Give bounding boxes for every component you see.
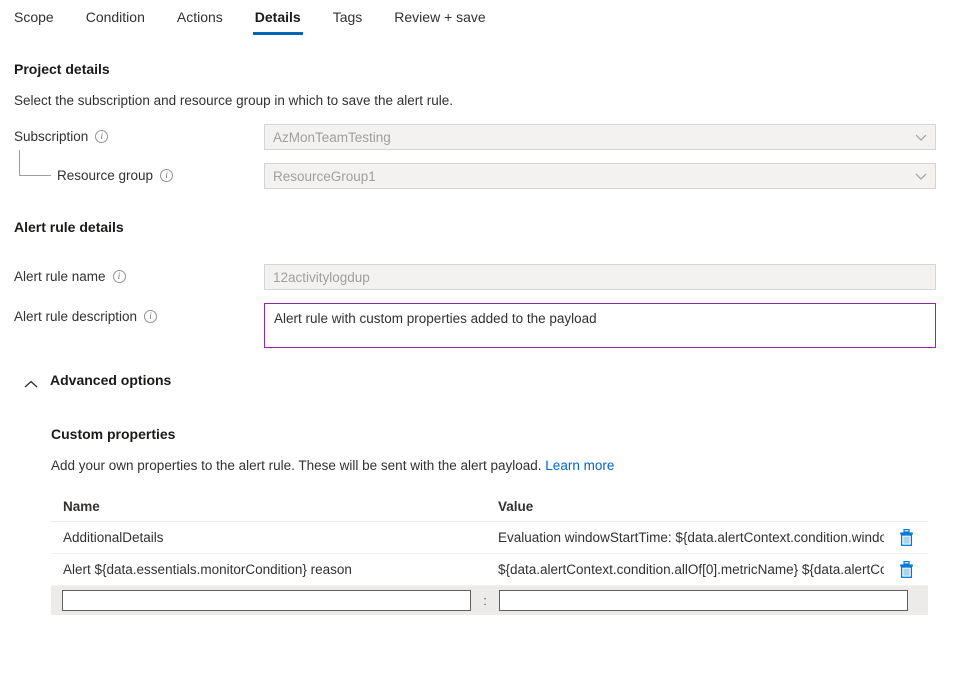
custom-properties-description-line: Add your own properties to the alert rul… [51, 458, 614, 473]
info-icon[interactable]: i [95, 130, 108, 143]
resource-group-tree-connector [19, 150, 51, 176]
new-property-row: : [51, 586, 928, 615]
table-header-row: Name Value [51, 492, 928, 522]
alert-rule-name-label: Alert rule name [14, 269, 106, 284]
info-icon[interactable]: i [113, 270, 126, 283]
new-property-value-input[interactable] [499, 590, 908, 611]
advanced-options-label: Advanced options [50, 372, 171, 388]
details-page: Scope Condition Actions Details Tags Rev… [0, 0, 968, 678]
subscription-label: Subscription [14, 129, 88, 144]
tab-label: Tags [333, 9, 363, 25]
project-details-description: Select the subscription and resource gro… [14, 93, 453, 108]
tab-review-save[interactable]: Review + save [392, 6, 487, 35]
alert-rule-name-input[interactable]: 12activitylogdup [264, 264, 936, 290]
tab-scope[interactable]: Scope [12, 6, 56, 35]
custom-properties-description: Add your own properties to the alert rul… [51, 458, 542, 473]
alert-rule-name-value: 12activitylogdup [273, 270, 927, 285]
tab-label: Actions [177, 9, 223, 25]
custom-properties-table: Name Value AdditionalDetails Evaluation … [51, 492, 928, 615]
tab-tags[interactable]: Tags [331, 6, 365, 35]
resource-group-label: Resource group [57, 168, 153, 183]
row-name: AdditionalDetails [51, 530, 486, 545]
alert-rule-description-label-group: Alert rule description i [14, 309, 157, 324]
alert-rule-description-label: Alert rule description [14, 309, 137, 324]
learn-more-link[interactable]: Learn more [545, 458, 614, 473]
new-property-separator: : [480, 593, 490, 608]
chevron-down-icon [915, 131, 927, 143]
delete-row-button[interactable] [884, 561, 928, 578]
chevron-up-icon [24, 376, 38, 385]
alert-rule-name-label-group: Alert rule name i [14, 269, 126, 284]
custom-properties-heading: Custom properties [51, 426, 175, 442]
resource-group-label-group: Resource group i [57, 168, 173, 183]
column-header-value: Value [486, 499, 884, 514]
tab-label: Details [255, 9, 301, 25]
table-row[interactable]: Alert ${data.essentials.monitorCondition… [51, 554, 928, 586]
row-name: Alert ${data.essentials.monitorCondition… [51, 562, 486, 577]
row-value: Evaluation windowStartTime: ${data.alert… [486, 530, 884, 545]
wizard-tab-bar: Scope Condition Actions Details Tags Rev… [0, 0, 968, 38]
tab-actions[interactable]: Actions [175, 6, 225, 35]
project-details-heading: Project details [14, 61, 110, 77]
subscription-value: AzMonTeamTesting [273, 130, 909, 145]
resource-group-dropdown[interactable]: ResourceGroup1 [264, 163, 936, 189]
advanced-options-toggle[interactable]: Advanced options [24, 372, 171, 388]
tab-label: Review + save [394, 9, 485, 25]
trash-icon [899, 561, 914, 578]
resource-group-value: ResourceGroup1 [273, 169, 909, 184]
info-icon[interactable]: i [144, 310, 157, 323]
info-icon[interactable]: i [160, 169, 173, 182]
tab-label: Scope [14, 9, 54, 25]
row-value: ${data.alertContext.condition.allOf[0].m… [486, 562, 884, 577]
subscription-dropdown[interactable]: AzMonTeamTesting [264, 124, 936, 150]
new-property-name-input[interactable] [62, 590, 471, 611]
alert-rule-description-textarea[interactable] [264, 303, 936, 348]
chevron-down-icon [915, 170, 927, 182]
table-row[interactable]: AdditionalDetails Evaluation windowStart… [51, 522, 928, 554]
trash-icon [899, 529, 914, 546]
tab-details[interactable]: Details [253, 6, 303, 35]
column-header-name: Name [51, 499, 486, 514]
delete-row-button[interactable] [884, 529, 928, 546]
alert-rule-details-heading: Alert rule details [14, 219, 124, 235]
tab-condition[interactable]: Condition [84, 6, 147, 35]
tab-label: Condition [86, 9, 145, 25]
subscription-label-group: Subscription i [14, 129, 108, 144]
